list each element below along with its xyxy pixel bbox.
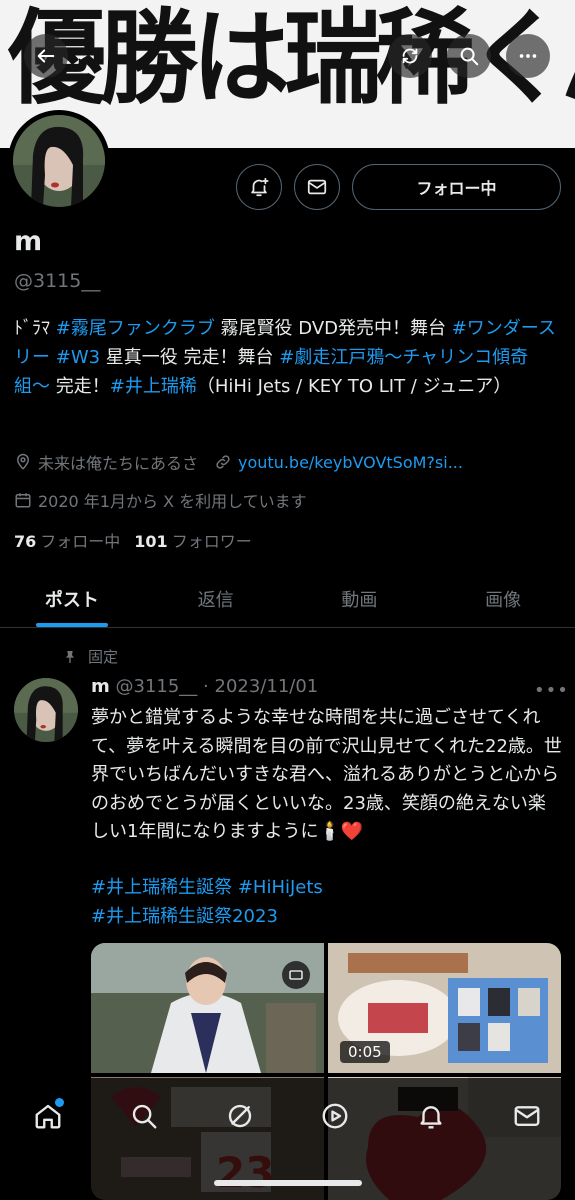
post-author-name[interactable]: m xyxy=(91,676,110,697)
followers-label: フォロワー xyxy=(171,532,252,551)
following-button[interactable]: フォロー中 xyxy=(352,164,561,210)
search-button[interactable] xyxy=(447,34,491,78)
post-separator: · xyxy=(203,676,209,697)
bio-hashtag[interactable]: #霧尾ファンクラブ xyxy=(56,318,215,339)
profile-tabs: ポスト 返信 動画 画像 xyxy=(0,570,575,628)
location-text: 未来は俺たちにあるさ xyxy=(38,454,199,473)
profile-meta-row: 未来は俺たちにあるさ youtu.be/keybVOVtSoM?si... xyxy=(14,450,463,474)
nav-video[interactable] xyxy=(315,1096,355,1136)
pin-icon xyxy=(66,650,74,663)
post-body: 夢かと錯覚するような幸せな時間を共に過ごさせてくれて、夢を叶える瞬間を目の前で沢… xyxy=(91,707,562,842)
bio-text: 星真一役 完走！舞台 xyxy=(100,347,280,368)
nav-messages[interactable] xyxy=(507,1096,547,1136)
search-icon xyxy=(460,47,479,66)
grok-icon xyxy=(228,1104,251,1128)
bio-hashtag[interactable]: #井上瑞稀 xyxy=(110,376,197,397)
bio-text: 霧尾賢役 DVD発売中！舞台 xyxy=(214,318,452,339)
link-icon xyxy=(216,455,230,469)
video-duration: 0:05 xyxy=(340,1041,390,1063)
tab-replies[interactable]: 返信 xyxy=(144,570,288,627)
message-button[interactable] xyxy=(294,164,340,210)
bio-text: 完走！ xyxy=(50,376,110,397)
joined-row: 2020 年1月から X を利用しています xyxy=(14,488,307,512)
calendar-icon xyxy=(15,493,31,508)
more-icon xyxy=(519,54,537,58)
media-video[interactable] xyxy=(91,943,324,1073)
profile-bio: ﾄﾞﾗﾏ #霧尾ファンクラブ 霧尾賢役 DVD発売中！舞台 #ワンダースリー #… xyxy=(14,314,562,401)
location-icon xyxy=(16,453,30,470)
back-button[interactable] xyxy=(24,34,68,78)
nav-grok[interactable] xyxy=(220,1096,260,1136)
repost-icon xyxy=(402,48,418,64)
follow-counts: 76 フォロー中 101 フォロワー xyxy=(14,528,252,552)
captions-icon[interactable] xyxy=(282,961,310,989)
post-hashtag[interactable]: #井上瑞稀生誕祭2023 xyxy=(91,906,278,927)
post-avatar[interactable] xyxy=(14,678,78,742)
post-author-handle[interactable]: @3115__ xyxy=(116,676,198,697)
tab-media[interactable]: 画像 xyxy=(431,570,575,627)
notification-subscribe-button[interactable] xyxy=(236,164,282,210)
messages-icon xyxy=(514,1106,540,1126)
home-indicator[interactable] xyxy=(214,1180,362,1186)
message-icon xyxy=(307,179,327,195)
following-count: 76 xyxy=(14,532,37,551)
profile-link[interactable]: youtu.be/keybVOVtSoM?si... xyxy=(238,453,463,472)
pinned-label: 固定 xyxy=(88,648,119,666)
display-name: m xyxy=(14,226,43,257)
search-icon xyxy=(132,1104,157,1129)
avatar-image xyxy=(13,115,105,207)
profile-avatar[interactable] xyxy=(8,110,110,212)
notifications-icon xyxy=(420,1106,442,1129)
bio-text: （HiHi Jets / KEY TO LIT / ジュニア） xyxy=(196,376,512,397)
video-icon xyxy=(322,1103,348,1129)
joined-text: 2020 年1月から X を利用しています xyxy=(38,492,307,511)
user-handle: @3115__ xyxy=(14,270,101,292)
banner-text: 優勝は瑞稀くん! xyxy=(8,0,575,119)
tab-videos[interactable]: 動画 xyxy=(288,570,432,627)
nav-search[interactable] xyxy=(124,1096,164,1136)
post-date[interactable]: 2023/11/01 xyxy=(215,676,319,697)
bio-hashtag[interactable]: #W3 xyxy=(56,347,100,368)
bio-text: ﾄﾞﾗﾏ xyxy=(14,318,56,339)
pinned-indicator: 固定 xyxy=(62,646,118,667)
repost-button[interactable] xyxy=(388,34,432,78)
media-image[interactable]: 0:05 xyxy=(328,943,561,1073)
post-more-button[interactable]: ••• xyxy=(534,680,569,701)
tab-posts[interactable]: ポスト xyxy=(0,570,144,627)
following-count-link[interactable]: 76 フォロー中 xyxy=(14,528,120,552)
more-button[interactable] xyxy=(506,34,550,78)
followers-count-link[interactable]: 101 フォロワー xyxy=(134,528,251,552)
nav-home[interactable] xyxy=(28,1096,68,1136)
nav-notifications[interactable] xyxy=(411,1096,451,1136)
post-hashtags: #井上瑞稀生誕祭 #HiHiJets #井上瑞稀生誕祭2023 xyxy=(91,874,563,931)
avatar-image xyxy=(14,678,78,742)
followers-count: 101 xyxy=(134,532,168,551)
post-hashtag[interactable]: #井上瑞稀生誕祭 xyxy=(91,877,232,898)
notification-add-icon xyxy=(251,177,269,197)
unread-dot xyxy=(54,1098,64,1107)
back-arrow-icon xyxy=(37,49,55,63)
post-header: m @3115__ · 2023/11/01 xyxy=(91,676,318,697)
more-icon: ••• xyxy=(534,680,569,701)
post-hashtag[interactable]: #HiHiJets xyxy=(238,877,323,898)
following-label: フォロー中 xyxy=(40,532,121,551)
